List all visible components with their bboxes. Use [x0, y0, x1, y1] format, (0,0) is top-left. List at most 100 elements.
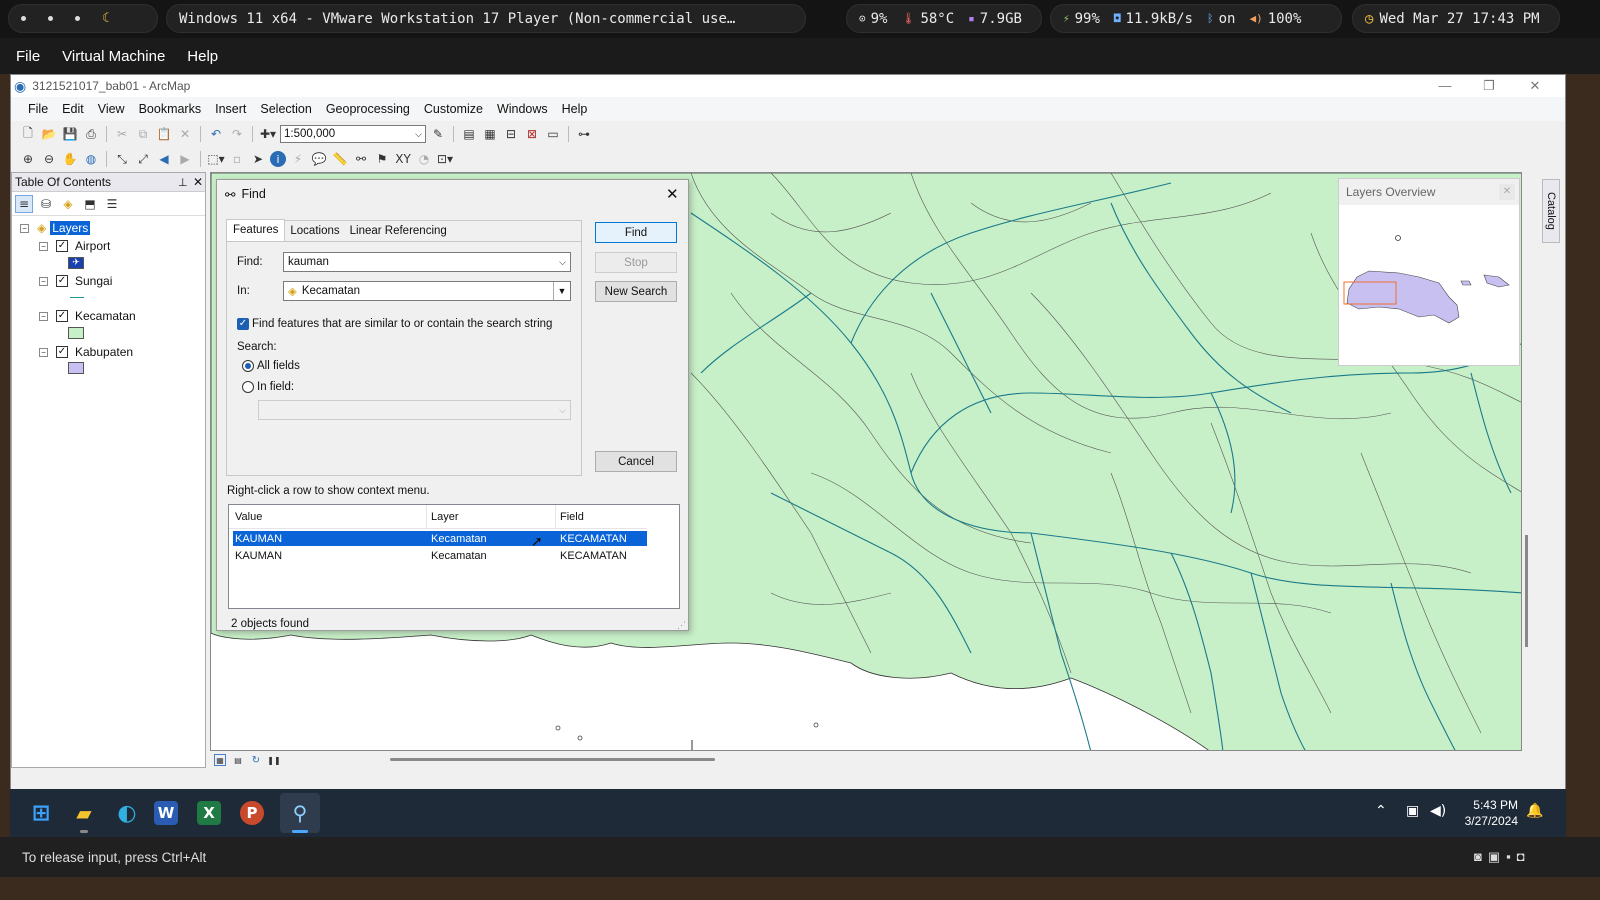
editor-toolbar-icon[interactable]: ✎: [429, 125, 447, 143]
col-value[interactable]: Value: [235, 511, 262, 523]
delete-icon[interactable]: ✕: [176, 125, 194, 143]
workspace-switcher[interactable]: ☾: [8, 4, 158, 33]
horizontal-scrollbar[interactable]: [390, 758, 715, 761]
save-icon[interactable]: 💾: [61, 125, 79, 143]
collapse-icon[interactable]: −: [39, 347, 48, 357]
menu-customize[interactable]: Customize: [417, 102, 490, 116]
layer-kecamatan[interactable]: − ✓ Kecamatan: [39, 309, 136, 323]
list-by-selection-icon[interactable]: ⬒: [81, 195, 99, 213]
speaker-tray-icon[interactable]: ◀): [1430, 803, 1446, 819]
model-builder-icon[interactable]: ⊶: [575, 125, 593, 143]
table-of-contents-icon[interactable]: ▤: [460, 125, 478, 143]
print-icon[interactable]: ⎙: [82, 125, 100, 143]
find-input[interactable]: kauman ⌵: [283, 252, 571, 272]
paste-icon[interactable]: 📋: [155, 125, 173, 143]
table-row[interactable]: KAUMAN Kecamatan KECAMATAN: [233, 531, 647, 546]
menu-insert[interactable]: Insert: [208, 102, 253, 116]
menu-edit[interactable]: Edit: [55, 102, 91, 116]
copy-icon[interactable]: ⧉: [134, 125, 152, 143]
close-button[interactable]: ✕: [1515, 75, 1555, 97]
kabupaten-symbol[interactable]: [68, 362, 84, 374]
collapse-icon[interactable]: −: [20, 223, 29, 233]
pan-icon[interactable]: ✋: [61, 150, 79, 168]
layer-sungai[interactable]: − ✓ Sungai: [39, 274, 112, 288]
in-field-select[interactable]: ⌵: [258, 400, 571, 420]
vm-menu-virtual-machine[interactable]: Virtual Machine: [62, 48, 165, 65]
redo-icon[interactable]: ↷: [228, 125, 246, 143]
menu-view[interactable]: View: [91, 102, 132, 116]
layout-view-icon[interactable]: ▤: [232, 754, 244, 766]
go-to-xy-icon[interactable]: XY: [394, 150, 412, 168]
table-row[interactable]: KAUMAN Kecamatan KECAMATAN: [233, 548, 647, 563]
restore-button[interactable]: ❐: [1469, 75, 1509, 97]
in-field-radio[interactable]: In field:: [242, 381, 294, 393]
clock-pill[interactable]: ◷ Wed Mar 27 17:43 PM: [1352, 4, 1560, 33]
cancel-button[interactable]: Cancel: [595, 451, 677, 472]
html-popup-icon[interactable]: 💬: [310, 150, 328, 168]
list-by-source-icon[interactable]: ⛁: [37, 195, 55, 213]
menu-windows[interactable]: Windows: [490, 102, 555, 116]
device-status-icons[interactable]: ◙▣▪◘: [1474, 849, 1531, 865]
forward-extent-icon[interactable]: ▶: [176, 150, 194, 168]
excel-icon[interactable]: X: [197, 801, 221, 825]
airport-symbol-icon[interactable]: ✈: [68, 257, 84, 269]
collapse-icon[interactable]: −: [39, 311, 48, 321]
start-icon[interactable]: ⊞: [25, 797, 57, 829]
search-window-icon[interactable]: ⊟: [502, 125, 520, 143]
select-elements-icon[interactable]: ➤: [249, 150, 267, 168]
menu-help[interactable]: Help: [555, 102, 595, 116]
menu-geoprocessing[interactable]: Geoprocessing: [319, 102, 417, 116]
cut-icon[interactable]: ✂: [113, 125, 131, 143]
new-document-icon[interactable]: 🗋: [19, 125, 37, 143]
overview-close-icon[interactable]: ✕: [1499, 184, 1515, 200]
menu-selection[interactable]: Selection: [253, 102, 318, 116]
zoom-in-icon[interactable]: ⊕: [19, 150, 37, 168]
undo-icon[interactable]: ↶: [207, 125, 225, 143]
identify-icon[interactable]: i: [270, 151, 286, 167]
chevron-up-icon[interactable]: ⌃: [1375, 803, 1387, 819]
toc-close-icon[interactable]: ✕: [193, 175, 203, 189]
similar-checkbox[interactable]: ✓: [237, 318, 249, 330]
pin-icon[interactable]: ⊥: [178, 176, 188, 189]
full-extent-icon[interactable]: ◍: [82, 150, 100, 168]
kecamatan-symbol[interactable]: [68, 327, 84, 339]
hyperlink-icon[interactable]: ⚡: [289, 150, 307, 168]
list-by-drawing-order-icon[interactable]: ≡: [15, 194, 33, 213]
resize-grip-icon[interactable]: ⋰: [677, 620, 686, 631]
layers-root[interactable]: − ◈ Layers: [20, 221, 91, 235]
catalog-side-tab[interactable]: Catalog: [1542, 179, 1560, 243]
layer-checkbox[interactable]: ✓: [56, 275, 68, 287]
options-icon[interactable]: ☰: [103, 195, 121, 213]
clear-selection-icon[interactable]: ▫: [228, 150, 246, 168]
menu-file[interactable]: File: [21, 102, 55, 116]
map-scale-combo[interactable]: 1:500,000 ⌵: [280, 125, 426, 143]
arcmap-taskbar-icon[interactable]: ⚲: [280, 793, 320, 833]
network-tray-icon[interactable]: ▣: [1406, 803, 1419, 819]
find-binoculars-icon[interactable]: ⚯: [352, 150, 370, 168]
chevron-down-icon[interactable]: ⌵: [559, 257, 566, 268]
in-layer-select[interactable]: ◈ Kecamatan ▼: [283, 281, 571, 301]
vm-menu-help[interactable]: Help: [187, 48, 218, 65]
tab-linear-referencing[interactable]: Linear Referencing: [345, 219, 452, 241]
word-icon[interactable]: W: [154, 801, 178, 825]
catalog-window-icon[interactable]: ▦: [481, 125, 499, 143]
layer-checkbox[interactable]: ✓: [56, 240, 68, 252]
sungai-symbol[interactable]: [70, 297, 84, 298]
powerpoint-icon[interactable]: P: [240, 801, 264, 825]
collapse-icon[interactable]: −: [39, 276, 48, 286]
layer-kabupaten[interactable]: − ✓ Kabupaten: [39, 345, 133, 359]
notification-bell-icon[interactable]: 🔔: [1526, 803, 1543, 819]
tray-clock[interactable]: 5:43 PM 3/27/2024: [1458, 797, 1518, 829]
fixed-zoom-in-icon[interactable]: ⤡: [113, 150, 131, 168]
add-data-icon[interactable]: ✚▾: [259, 125, 277, 143]
create-viewer-icon[interactable]: ⊡▾: [436, 150, 454, 168]
radio-button[interactable]: [242, 381, 254, 393]
file-explorer-icon[interactable]: ▰: [68, 797, 100, 829]
minimize-button[interactable]: —: [1425, 75, 1465, 97]
measure-icon[interactable]: 📏: [331, 150, 349, 168]
find-close-icon[interactable]: ✕: [666, 185, 679, 203]
similar-option[interactable]: ✓ Find features that are similar to or c…: [237, 318, 552, 330]
col-layer[interactable]: Layer: [431, 511, 459, 523]
data-view-icon[interactable]: ▦: [214, 754, 226, 766]
refresh-icon[interactable]: ↻: [250, 754, 262, 766]
